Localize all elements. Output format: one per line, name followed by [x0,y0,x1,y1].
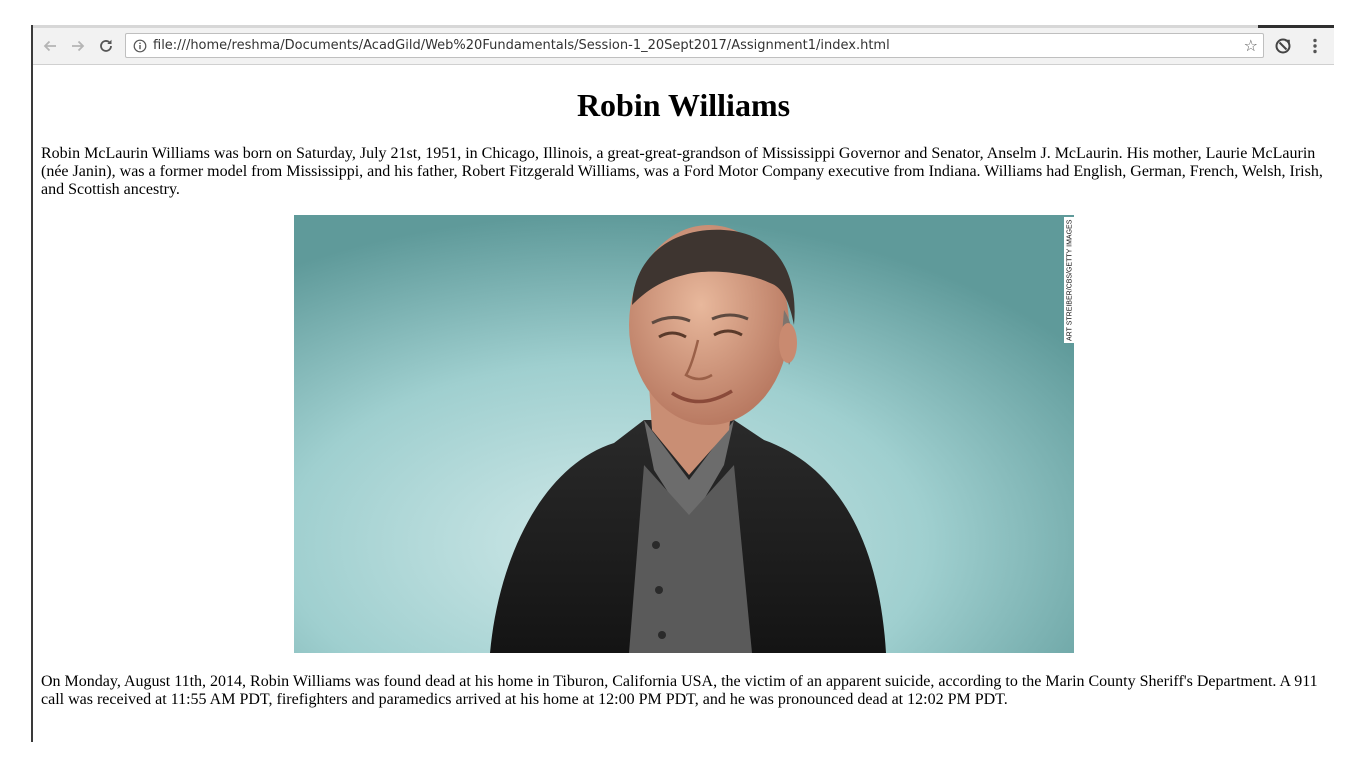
desktop-left-strip [0,25,32,768]
browser-window: file:///home/reshma/Documents/AcadGild/W… [33,25,1334,742]
portrait-illustration [294,215,1074,653]
kebab-menu-icon[interactable] [1305,36,1325,56]
bio-paragraph: Robin McLaurin Williams was born on Satu… [41,145,1323,198]
death-paragraph: On Monday, August 11th, 2014, Robin Will… [41,673,1318,708]
url-text[interactable]: file:///home/reshma/Documents/AcadGild/W… [153,38,890,53]
desktop-right-strip [1334,25,1366,768]
info-icon[interactable] [133,39,147,53]
page-content: Robin Williams Robin McLaurin Williams w… [33,65,1334,742]
photo-credit-watermark: ART STREIBER/CBS/GETTY IMAGES [1064,217,1074,343]
back-button[interactable] [39,35,61,57]
reload-icon [100,39,112,52]
arrow-left-icon [43,40,56,52]
reload-button[interactable] [95,35,117,57]
desktop-top-strip [0,0,1366,25]
arrow-right-icon [72,40,85,52]
portrait-photo [294,215,1074,653]
star-icon[interactable]: ☆ [1244,37,1258,55]
page-title: Robin Williams [576,87,791,123]
photo-credit-text: ART STREIBER/CBS/GETTY IMAGES [1067,219,1074,341]
browser-toolbar: file:///home/reshma/Documents/AcadGild/W… [33,28,1334,65]
forward-button[interactable] [67,35,89,57]
address-bar[interactable]: file:///home/reshma/Documents/AcadGild/W… [125,33,1264,58]
extension-icon[interactable] [1273,36,1293,56]
